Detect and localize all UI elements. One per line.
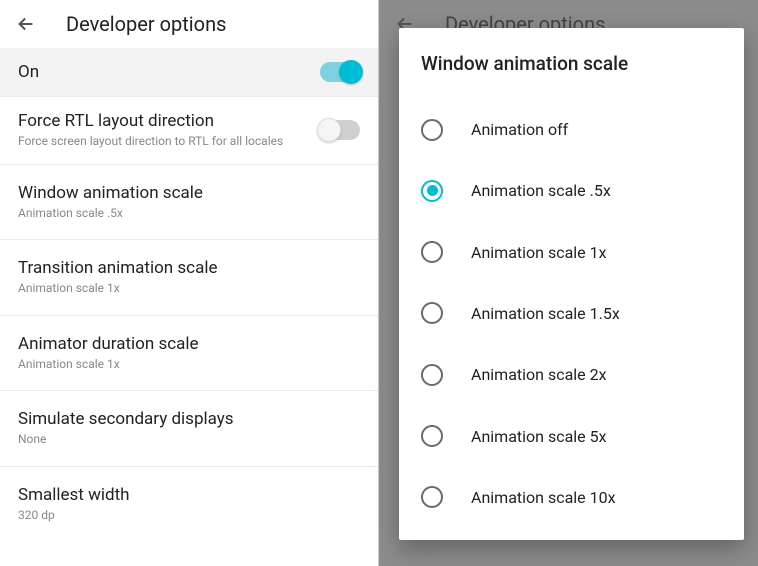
radio-option[interactable]: Animation scale 5x: [421, 419, 722, 453]
option-label: Animation scale 5x: [471, 427, 607, 446]
bg-footer-text: 320 dp: [397, 544, 434, 558]
row-title: Force RTL layout direction: [18, 111, 320, 131]
dialog-title: Window animation scale: [421, 52, 722, 75]
option-label: Animation scale 2x: [471, 365, 607, 384]
row-title: On: [18, 62, 320, 82]
options-list: Animation off Animation scale .5x Animatio…: [421, 99, 722, 528]
row-subtitle: Animation scale .5x: [18, 206, 360, 222]
radio-icon: [421, 241, 443, 263]
radio-icon: [421, 364, 443, 386]
toggle-off[interactable]: [320, 120, 360, 140]
radio-option[interactable]: Animation scale .5x: [421, 174, 722, 208]
radio-option[interactable]: Animation scale 2x: [421, 358, 722, 392]
row-title: Animator duration scale: [18, 334, 360, 354]
back-icon[interactable]: [14, 12, 38, 36]
radio-option[interactable]: Animation scale 1.5x: [421, 296, 722, 330]
radio-option[interactable]: Animation scale 1x: [421, 235, 722, 269]
toggle-on[interactable]: [320, 62, 360, 82]
option-label: Animation off: [471, 120, 568, 139]
row-subtitle: Force screen layout direction to RTL for…: [18, 134, 320, 150]
radio-icon: [421, 425, 443, 447]
row-title: Window animation scale: [18, 183, 360, 203]
row-title: Simulate secondary displays: [18, 409, 360, 429]
row-subtitle: 320 dp: [18, 508, 360, 524]
row-transition-animation-scale[interactable]: Transition animation scale Animation sca…: [0, 240, 378, 316]
option-label: Animation scale 1.5x: [471, 304, 620, 323]
radio-icon: [421, 180, 443, 202]
page-title: Developer options: [66, 12, 226, 36]
row-subtitle: Animation scale 1x: [18, 357, 360, 373]
radio-icon: [421, 486, 443, 508]
row-window-animation-scale[interactable]: Window animation scale Animation scale .…: [0, 165, 378, 241]
row-force-rtl[interactable]: Force RTL layout direction Force screen …: [0, 97, 378, 165]
row-smallest-width[interactable]: Smallest width 320 dp: [0, 467, 378, 542]
option-label: Animation scale 10x: [471, 488, 616, 507]
row-subtitle: Animation scale 1x: [18, 281, 360, 297]
row-subtitle: None: [18, 432, 360, 448]
row-title: Smallest width: [18, 485, 360, 505]
radio-icon: [421, 302, 443, 324]
row-title: Transition animation scale: [18, 258, 360, 278]
row-animator-duration-scale[interactable]: Animator duration scale Animation scale …: [0, 316, 378, 392]
dialog-panel: Developer options 320 dp Window animatio…: [379, 0, 758, 566]
radio-icon: [421, 119, 443, 141]
animation-scale-dialog: Window animation scale Animation offAnim…: [399, 28, 744, 540]
row-simulate-secondary-displays[interactable]: Simulate secondary displays None: [0, 391, 378, 467]
radio-option[interactable]: Animation scale 10x: [421, 480, 722, 514]
option-label: Animation scale 1x: [471, 243, 607, 262]
radio-option[interactable]: Animation off: [421, 113, 722, 147]
header: Developer options: [0, 0, 378, 48]
settings-list-panel: Developer options On Force RTL layout di…: [0, 0, 379, 566]
row-master-toggle[interactable]: On: [0, 48, 378, 97]
option-label: Animation scale .5x: [471, 181, 611, 200]
